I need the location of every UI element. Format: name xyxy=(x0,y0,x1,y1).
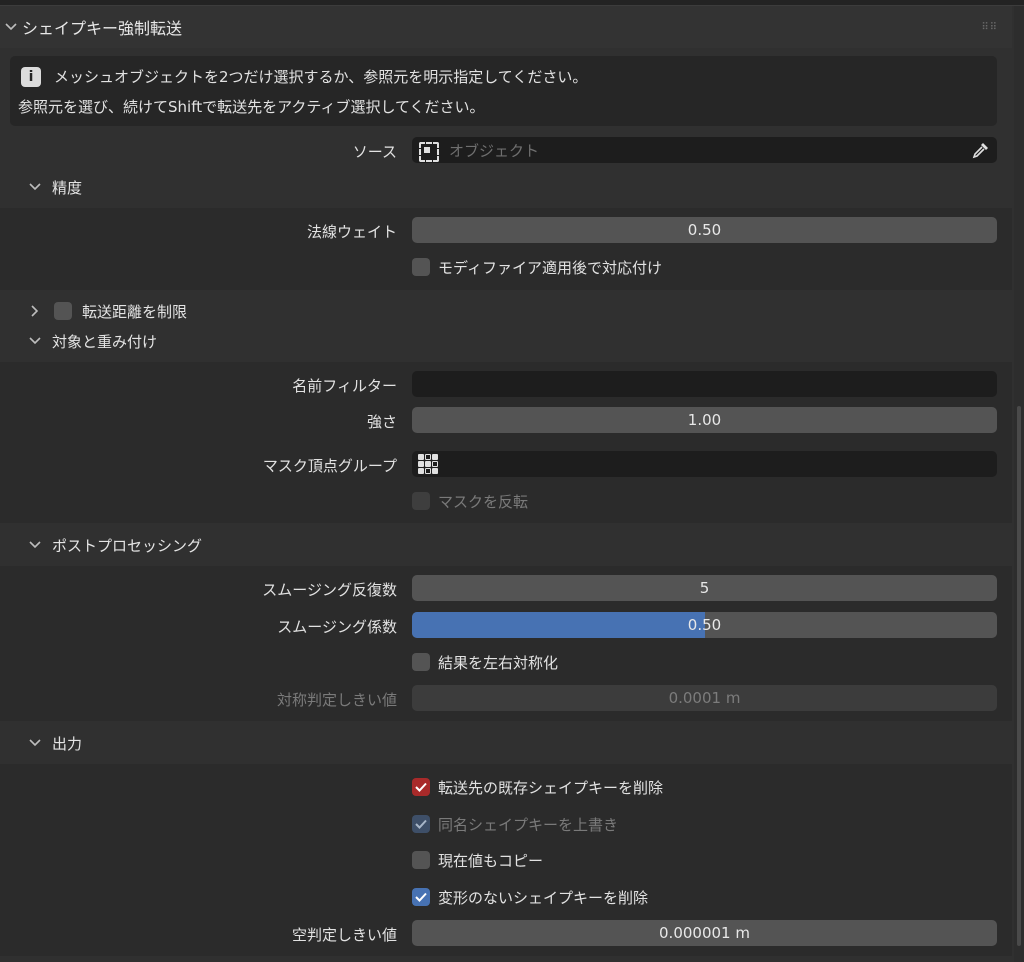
target-title: 対象と重み付け xyxy=(52,332,158,351)
post-processing-subpanel-header[interactable]: ポストプロセッシング xyxy=(0,530,1012,560)
normal-weight-value: 0.50 xyxy=(687,221,722,239)
smoothing-factor-label: スムージング係数 xyxy=(277,618,397,636)
scrollbar-thumb[interactable] xyxy=(1017,406,1021,946)
copy-current-value-checkbox[interactable]: 現在値もコピー xyxy=(412,849,543,871)
normal-weight-slider[interactable]: 0.50 xyxy=(412,217,997,243)
overwrite-same-name-label: 同名シェイプキーを上書き xyxy=(438,815,619,834)
precision-subpanel-header[interactable]: 精度 xyxy=(0,172,1012,202)
delete-existing-checkbox[interactable]: 転送先の既存シェイプキーを削除 xyxy=(412,776,663,798)
mask-vertex-group-field[interactable] xyxy=(412,451,997,477)
source-object-field[interactable]: オブジェクト xyxy=(412,137,997,163)
name-filter-label: 名前フィルター xyxy=(292,377,397,395)
output-title: 出力 xyxy=(52,734,83,753)
checkbox-unchecked[interactable] xyxy=(412,851,430,869)
info-message-line2: 参照元を選び、続けてShiftで転送先をアクティブ選択してください。 xyxy=(18,98,485,116)
info-message-line1: メッシュオブジェクトを2つだけ選択するか、参照元を明示指定してください。 xyxy=(54,68,588,86)
limit-distance-checkbox[interactable] xyxy=(54,302,72,320)
invert-mask-checkbox[interactable]: マスクを反転 xyxy=(412,490,528,512)
modifier-mapping-label: モディファイア適用後で対応付け xyxy=(438,258,662,277)
checkbox-unchecked-disabled[interactable] xyxy=(412,492,430,510)
chevron-down-icon[interactable] xyxy=(24,337,46,345)
smoothing-iterations-field[interactable]: 5 xyxy=(412,575,997,601)
empty-threshold-label: 空判定しきい値 xyxy=(291,926,397,944)
post-processing-title: ポストプロセッシング xyxy=(52,536,203,555)
smoothing-factor-slider[interactable]: 0.50 xyxy=(412,612,997,638)
chevron-right-icon[interactable] xyxy=(24,305,46,317)
overwrite-same-name-checkbox[interactable]: 同名シェイプキーを上書き xyxy=(412,813,618,835)
target-subpanel-header[interactable]: 対象と重み付け xyxy=(0,326,1012,356)
drag-grip-icon[interactable]: ⠿⠿ xyxy=(981,22,998,33)
chevron-down-icon[interactable] xyxy=(24,739,46,747)
invert-mask-label: マスクを反転 xyxy=(438,492,529,511)
smoothing-factor-fill xyxy=(412,612,705,638)
smoothing-factor-value: 0.50 xyxy=(687,616,722,634)
checkmark-icon[interactable] xyxy=(412,778,430,796)
symmetrize-checkbox[interactable]: 結果を左右対称化 xyxy=(412,651,558,673)
strength-slider[interactable]: 1.00 xyxy=(412,407,997,433)
chevron-down-icon[interactable] xyxy=(0,23,22,31)
checkmark-icon[interactable] xyxy=(412,815,430,833)
strength-value: 1.00 xyxy=(687,411,722,429)
copy-current-value-label: 現在値もコピー xyxy=(438,851,544,870)
symmetrize-label: 結果を左右対称化 xyxy=(438,653,559,672)
limit-distance-subpanel-header[interactable]: 転送距離を制限 xyxy=(0,296,1012,326)
empty-threshold-value: 0.000001 m xyxy=(659,924,750,942)
delete-existing-label: 転送先の既存シェイプキーを削除 xyxy=(438,778,664,797)
empty-threshold-field[interactable]: 0.000001 m xyxy=(412,920,997,946)
info-message-box: i メッシュオブジェクトを2つだけ選択するか、参照元を明示指定してください。 参… xyxy=(10,56,997,126)
object-icon xyxy=(417,140,439,162)
info-icon: i xyxy=(21,67,41,87)
checkbox-unchecked[interactable] xyxy=(412,653,430,671)
delete-empty-label: 変形のないシェイプキーを削除 xyxy=(438,888,649,907)
source-label: ソース xyxy=(352,143,397,161)
checkmark-icon[interactable] xyxy=(412,888,430,906)
mask-vertex-group-label: マスク頂点グループ xyxy=(262,457,397,475)
limit-distance-title: 転送距離を制限 xyxy=(82,302,188,321)
panel-header[interactable]: シェイプキー強制転送 ⠿⠿ xyxy=(0,6,1012,48)
checkbox-unchecked[interactable] xyxy=(412,258,430,276)
smoothing-iterations-value: 5 xyxy=(699,579,710,597)
scrollbar-track[interactable] xyxy=(1014,6,1024,962)
shape-key-transfer-panel: シェイプキー強制転送 ⠿⠿ i メッシュオブジェクトを2つだけ選択するか、参照元… xyxy=(0,6,1012,962)
source-placeholder: オブジェクト xyxy=(449,141,540,160)
delete-empty-checkbox[interactable]: 変形のないシェイプキーを削除 xyxy=(412,886,648,908)
symmetry-threshold-value: 0.0001 m xyxy=(668,689,741,707)
chevron-down-icon[interactable] xyxy=(24,541,46,549)
normal-weight-label: 法線ウェイト xyxy=(306,223,397,241)
eyedropper-icon[interactable] xyxy=(971,140,991,160)
name-filter-input[interactable] xyxy=(412,371,997,397)
output-subpanel-header[interactable]: 出力 xyxy=(0,728,1012,758)
precision-title: 精度 xyxy=(52,178,83,197)
modifier-mapping-checkbox[interactable]: モディファイア適用後で対応付け xyxy=(412,256,662,278)
chevron-down-icon[interactable] xyxy=(24,183,46,191)
vertex-group-icon xyxy=(418,454,438,474)
strength-label: 強さ xyxy=(366,413,397,431)
panel-title: シェイプキー強制転送 xyxy=(22,19,183,38)
symmetry-threshold-label: 対称判定しきい値 xyxy=(276,691,397,709)
symmetry-threshold-field[interactable]: 0.0001 m xyxy=(412,685,997,711)
smoothing-iterations-label: スムージング反復数 xyxy=(262,581,397,599)
